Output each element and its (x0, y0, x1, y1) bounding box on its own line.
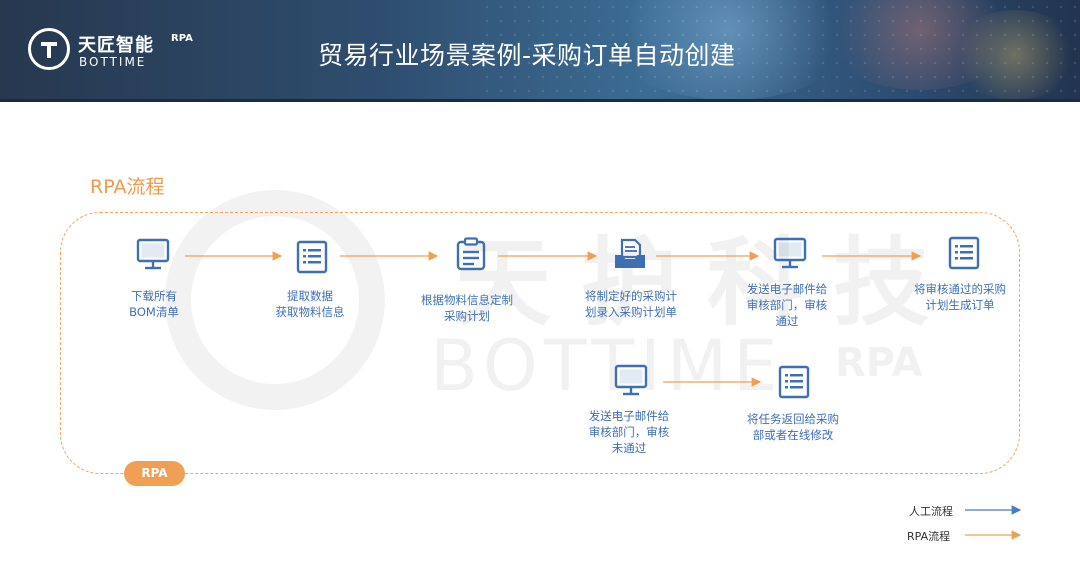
list-icon (295, 240, 329, 274)
node-label-download-bom: 下载所有 BOM清单 (129, 289, 179, 319)
node-label-enter-plan: 将制定好的采购计 划录入采购计划单 (585, 289, 677, 319)
list-icon (947, 236, 981, 270)
legend-rpa-label: RPA流程 (907, 530, 951, 543)
node-label-email-approved: 发送电子邮件给 审核部门，审核 通过 (746, 282, 828, 328)
list-icon (777, 365, 811, 399)
node-label-generate-order: 将审核通过的采购 计划生成订单 (914, 282, 1006, 312)
node-label-extract-data: 提取数据 获取物料信息 (275, 289, 345, 319)
legend-manual-label: 人工流程 (909, 505, 953, 518)
inbox-document-icon (613, 237, 647, 271)
node-label-return-task: 将任务返回给采购 部或者在线修改 (747, 412, 839, 442)
node-label-email-rejected: 发送电子邮件给 审核部门，审核 未通过 (588, 409, 670, 455)
clipboard-icon (454, 237, 488, 271)
monitor-icon (614, 363, 648, 397)
monitor-icon (773, 236, 807, 270)
monitor-icon (136, 237, 170, 271)
node-label-plan-purchase: 根据物料信息定制 采购计划 (421, 293, 513, 323)
